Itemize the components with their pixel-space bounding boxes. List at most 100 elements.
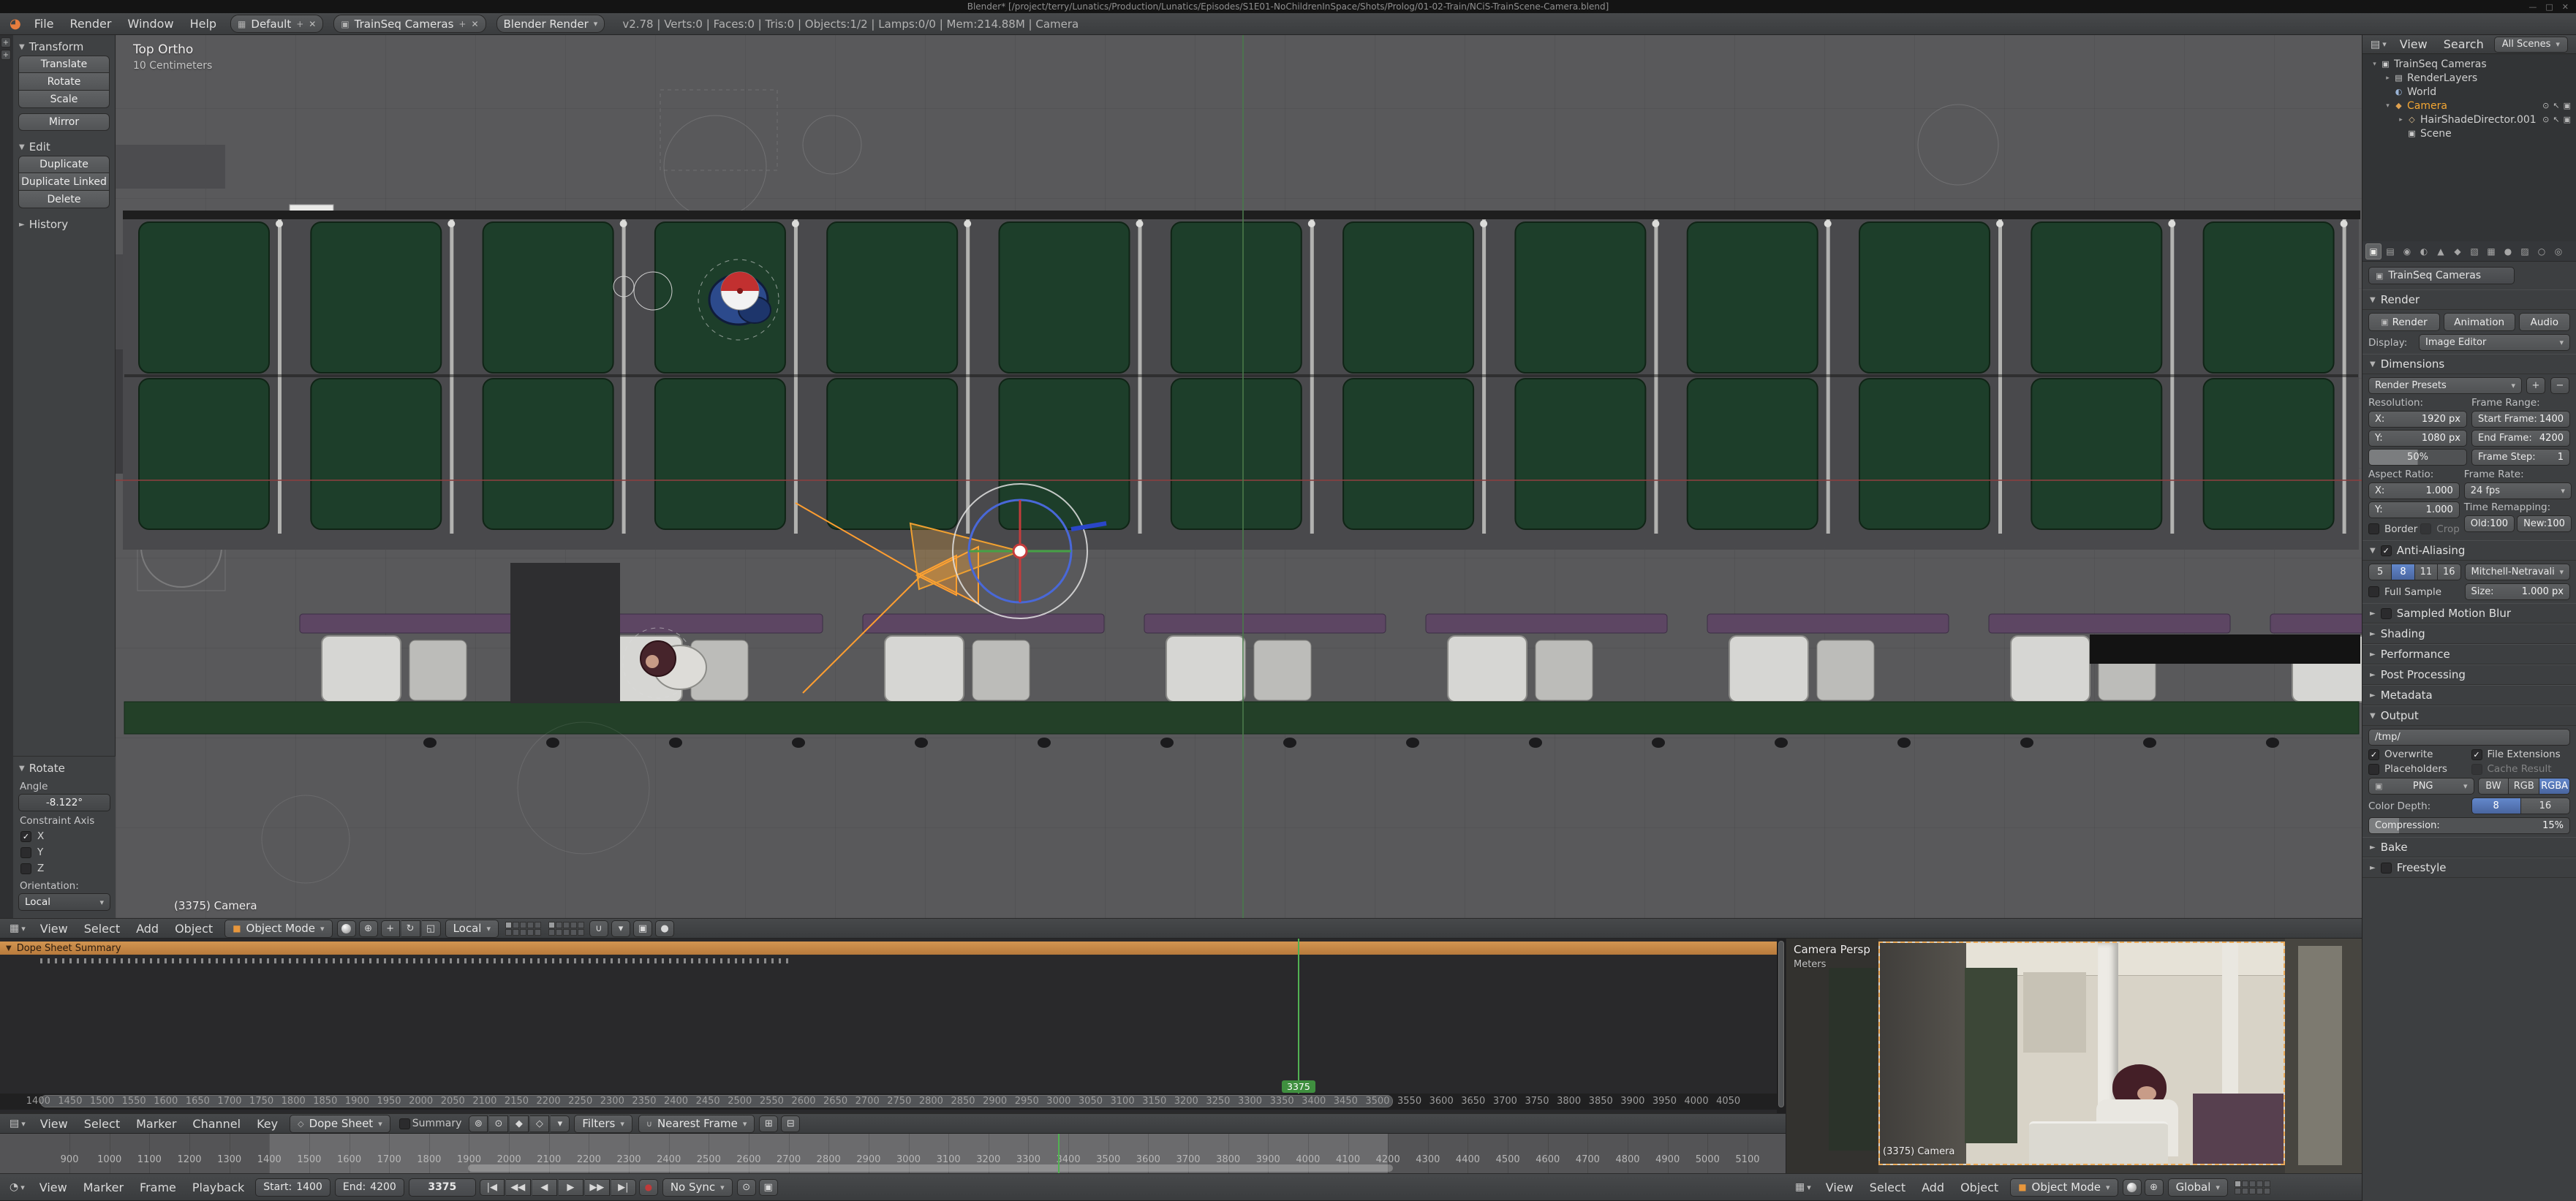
panel-post-processing-header[interactable]: ►Post Processing [2362,664,2576,685]
aa-size-field[interactable]: Size: 1.000 px [2465,583,2571,600]
layer-toggle[interactable] [535,929,541,936]
render-layers-tab[interactable]: ▤ [2382,243,2398,259]
tool-rotate[interactable]: Rotate [18,73,110,91]
timeline-menu-frame[interactable]: Frame [132,1174,184,1200]
orientation-dropdown[interactable]: Local ▾ [18,893,110,911]
mode-dropdown[interactable]: ■ Object Mode ▾ [224,920,332,938]
panel-dimensions-header[interactable]: ▼ Dimensions [2362,354,2576,374]
layer-toggle[interactable] [505,922,512,928]
tool-duplicate[interactable]: Duplicate [18,156,110,173]
checkbox[interactable]: ✓ [2368,749,2379,760]
cache-result-checkbox[interactable]: Cache Result [2471,763,2571,775]
snap-magnet-button[interactable]: ∪ [589,920,608,937]
maximize-icon[interactable]: □ [2545,2,2553,12]
menubar-file[interactable]: File [26,13,62,34]
panel-sampled-motion-blur-header[interactable]: ►Sampled Motion Blur [2362,603,2576,624]
editor-type-button[interactable]: ◔ ▾ [4,1181,30,1193]
layers-grid-1[interactable] [505,922,541,936]
angle-field[interactable]: -8.122° [18,794,110,811]
aspect-y-field[interactable]: Y: 1.000 [2368,501,2460,518]
vscroll-thumb[interactable] [1778,941,1784,1107]
rotate-manipulator-button[interactable]: ↻ [401,920,420,937]
selectable-icon[interactable]: ↖ [2553,101,2559,110]
full-sample-checkbox[interactable]: Full Sample [2368,586,2461,598]
record-button[interactable]: ● [639,1179,658,1196]
checkbox[interactable] [20,863,31,874]
add-preset-button[interactable]: + [2526,377,2545,394]
border-checkbox[interactable]: Border [2368,523,2417,535]
checkbox[interactable] [20,847,31,858]
viewport-shading-button[interactable] [337,920,356,937]
dope-sheet-summary-channel[interactable]: ▼ Dope Sheet Summary [0,942,1777,955]
data-tab[interactable]: ▦ [2483,243,2499,259]
dopesheet-menu-view[interactable]: View [32,1114,76,1133]
scale-manipulator-button[interactable]: ◱ [422,920,441,937]
pivot-point-button[interactable]: ⊕ [2145,1179,2164,1196]
outliner-item-hairshadedirector-001[interactable]: ▸◇HairShadeDirector.001⊙↖▣ [2362,113,2576,126]
render-presets-dropdown[interactable]: Render Presets ▾ [2368,377,2522,394]
physics-tab[interactable]: ◎ [2550,243,2566,259]
dope-sheet-vscrollbar[interactable] [1777,939,1786,1113]
outliner-item-scene[interactable]: ▣Scene [2362,126,2576,140]
key-filter-icon[interactable]: ◆ [510,1115,529,1132]
properties-breadcrumb[interactable]: ▣ TrainSeq Cameras [2368,267,2515,284]
timeline-hscroll-thumb[interactable] [468,1164,1393,1172]
channels-rgba[interactable]: RGBA [2539,778,2570,795]
render-tab[interactable]: ▣ [2365,243,2382,259]
layer-toggle[interactable] [527,929,534,936]
dope-sheet-editor[interactable]: ▼ Dope Sheet Summary 1400145015001550160… [0,939,1786,1113]
channels-rgb[interactable]: RGB [2509,778,2539,795]
layer-toggle[interactable] [2242,1181,2248,1187]
editor-type-button[interactable]: ▤ ▾ [4,1118,31,1129]
summary-checkbox[interactable] [399,1118,410,1129]
auto-snap-dropdown[interactable]: ∪ Nearest Frame ▾ [638,1115,755,1133]
scene-tab[interactable]: ◉ [2399,243,2415,259]
dopesheet-menu-key[interactable]: Key [249,1114,286,1133]
rotate-panel-header[interactable]: ▼ Rotate [13,759,116,777]
layer-toggle[interactable] [548,922,555,928]
minimize-icon[interactable]: — [2528,2,2537,12]
checkbox[interactable] [2368,523,2379,534]
aspect-x-field[interactable]: X: 1.000 [2368,482,2460,499]
region-expand-button[interactable]: + [1,37,11,48]
resolution-y-field[interactable]: Y: 1080 px [2368,430,2467,447]
viewport-menu-add[interactable]: Add [128,919,167,938]
3d-viewport[interactable]: Top Ortho 10 Centimeters (3375) Camera [116,35,2362,918]
selectable-icon[interactable]: ↖ [2553,115,2559,124]
editor-type-button[interactable]: ▤ ▾ [2365,39,2392,50]
particles-tab[interactable]: ○ [2534,243,2550,259]
transport-button-2[interactable]: ◀ [532,1179,557,1196]
layer-toggle[interactable] [513,929,519,936]
remap-new-field[interactable]: New: 100 [2517,515,2572,532]
panel-output-header[interactable]: ▼ Output [2362,705,2576,726]
layer-toggle[interactable] [520,929,526,936]
checkbox[interactable] [2381,863,2392,874]
crop-checkbox[interactable]: Crop [2420,523,2460,535]
mirror-button[interactable]: Mirror [18,113,110,131]
copy-keyframes-button[interactable]: ⊞ [759,1115,778,1132]
aa-samples-8[interactable]: 8 [2392,564,2414,580]
panel-edit-header[interactable]: ▼ Edit [13,138,115,156]
outliner-item-camera[interactable]: ▾◆Camera⊙↖▣ [2362,99,2576,113]
dope-sheet-mode-dropdown[interactable]: ◇ Dope Sheet ▾ [290,1115,390,1133]
dopesheet-menu-channel[interactable]: Channel [184,1114,249,1133]
layer-toggle[interactable] [556,929,562,936]
paste-keyframes-button[interactable]: ⊟ [781,1115,800,1132]
overwrite-checkbox[interactable]: ✓ Overwrite [2368,749,2468,760]
mode-dropdown[interactable]: ■ Object Mode ▾ [2010,1178,2118,1197]
menubar-help[interactable]: Help [182,13,224,34]
tool-translate[interactable]: Translate [18,56,110,73]
panel-render-header[interactable]: ▼ Render [2362,289,2576,310]
output-path-field[interactable]: /tmp/ [2368,729,2570,746]
layer-toggle[interactable] [520,922,526,928]
frame-step-field[interactable]: Frame Step: 1 [2471,449,2570,466]
layer-toggle[interactable] [570,929,577,936]
transform-filter-icon[interactable]: ⊙ [489,1115,508,1132]
outliner-item-renderlayers[interactable]: ▸▤RenderLayers [2362,71,2576,85]
remove-preset-button[interactable]: − [2550,377,2569,394]
constraints-tab[interactable]: ◆ [2450,243,2466,259]
resolution-percentage-slider[interactable]: 50% [2368,449,2467,466]
render-engine-selector[interactable]: Blender Render ▾ [496,15,605,33]
panel-history-header[interactable]: ► History [13,216,115,233]
end-frame-field[interactable]: End: 4200 [335,1178,404,1197]
